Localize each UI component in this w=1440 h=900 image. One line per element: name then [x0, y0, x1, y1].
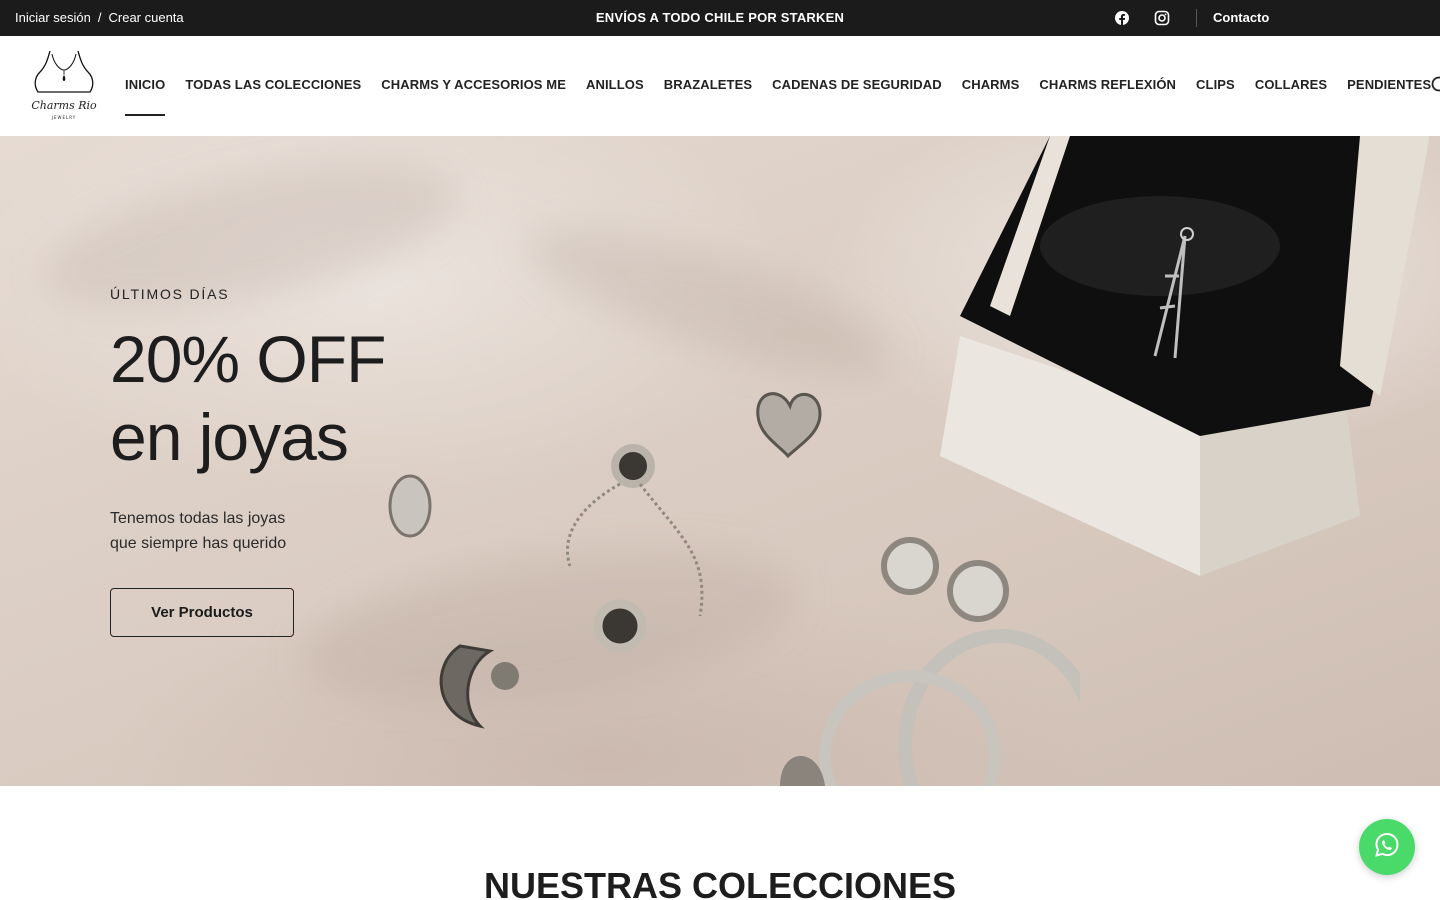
nav-item-cadenas-de-seguridad[interactable]: CADENAS DE SEGURIDAD	[772, 77, 942, 92]
hero-title: 20% OFF en joyas	[110, 320, 386, 476]
nav-item-charms-reflexion[interactable]: CHARMS REFLEXIÓN	[1039, 77, 1176, 92]
nav-item-clips[interactable]: CLIPS	[1196, 77, 1235, 92]
whatsapp-button[interactable]	[1359, 819, 1415, 875]
nav-item-inicio[interactable]: INICIO	[125, 77, 166, 116]
hero-title-line1: 20% OFF	[110, 322, 386, 396]
nav-item-brazaletes[interactable]: BRAZALETES	[664, 77, 752, 92]
hero-subtitle-line2: que siempre has querido	[110, 535, 287, 552]
silver-charms-image	[388, 392, 1080, 786]
hero-subtitle-line1: Tenemos todas las joyas	[110, 510, 286, 527]
charms-rio-jewelry-logo[interactable]: Charms Rio JEWELRY	[28, 48, 100, 124]
hero-kicker: ÚLTIMOS DÍAS	[110, 286, 230, 302]
svg-text:Charms Rio: Charms Rio	[31, 99, 97, 112]
search-icon[interactable]	[1430, 75, 1440, 95]
nav-item-charms[interactable]: CHARMS	[962, 77, 1020, 92]
site-header: Charms Rio JEWELRY INICIO TODAS LAS COLE…	[0, 36, 1440, 136]
svg-text:JEWELRY: JEWELRY	[51, 115, 76, 120]
whatsapp-icon	[1372, 830, 1402, 865]
nav-item-charms-y-accesorios[interactable]: CHARMS Y ACCESORIOS ME	[381, 77, 566, 92]
hero-subtitle: Tenemos todas las joyas que siempre has …	[110, 506, 350, 556]
announcement-bar: Iniciar sesión / Crear cuenta ENVÍOS A T…	[0, 0, 1440, 36]
social-links	[1112, 8, 1172, 28]
hero-content: ÚLTIMOS DÍAS 20% OFF en joyas Tenemos to…	[110, 286, 386, 556]
nav-item-collares[interactable]: COLLARES	[1255, 77, 1327, 92]
hero-title-line2: en joyas	[110, 400, 349, 474]
nav-item-todas-las-colecciones[interactable]: TODAS LAS COLECCIONES	[185, 77, 361, 92]
facebook-icon[interactable]	[1112, 8, 1132, 28]
view-products-button[interactable]: Ver Productos	[110, 588, 294, 637]
contact-link[interactable]: Contacto	[1213, 10, 1269, 25]
nav-item-anillos[interactable]: ANILLOS	[586, 77, 644, 92]
nav-item-pendientes[interactable]: PENDIENTES	[1347, 77, 1431, 92]
topbar-divider	[1196, 9, 1197, 27]
main-navigation: INICIO TODAS LAS COLECCIONES CHARMS Y AC…	[125, 77, 1431, 116]
collections-heading: NUESTRAS COLECCIONES	[483, 865, 957, 900]
hero-banner: ÚLTIMOS DÍAS 20% OFF en joyas Tenemos to…	[0, 136, 1440, 786]
instagram-icon[interactable]	[1152, 8, 1172, 28]
